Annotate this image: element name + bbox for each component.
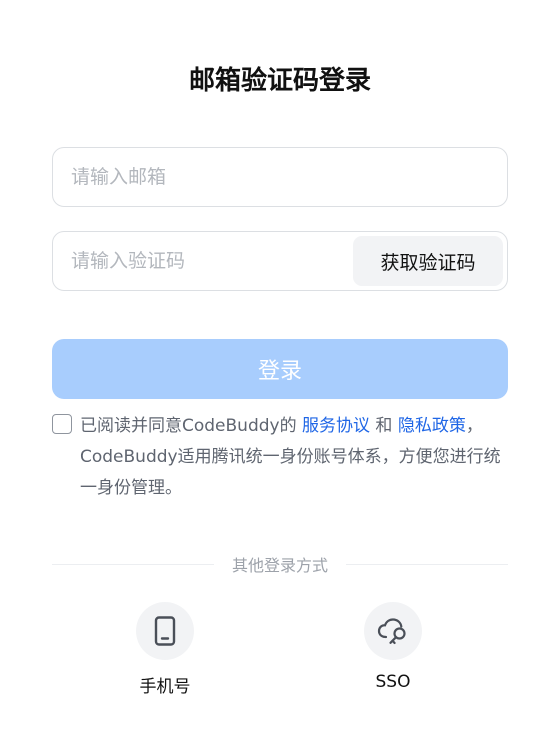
other-methods-label: 其他登录方式 — [232, 556, 329, 575]
cloud-key-icon — [377, 618, 406, 645]
divider-line-right — [346, 563, 509, 565]
email-input[interactable] — [53, 148, 507, 206]
agreement-prefix: 已阅读并同意CodeBuddy的 — [80, 416, 297, 436]
agreement-text: 已阅读并同意CodeBuddy的 服务协议 和 隐私政策，CodeBuddy适用… — [80, 411, 508, 504]
page-title: 邮箱验证码登录 — [188, 66, 371, 96]
terms-link[interactable]: 服务协议 — [302, 416, 370, 436]
divider-line-left — [52, 563, 214, 565]
sso-login-label: SSO — [375, 672, 411, 692]
sso-login-button[interactable] — [364, 602, 422, 660]
get-code-button[interactable]: 获取验证码 — [353, 236, 503, 286]
login-button[interactable]: 登录 — [52, 339, 508, 399]
email-field[interactable] — [52, 147, 508, 207]
phone-login-label: 手机号 — [139, 677, 191, 697]
agreement-and: 和 — [375, 416, 393, 436]
phone-icon — [154, 616, 176, 646]
other-methods-divider: 其他登录方式 — [52, 552, 509, 576]
verification-code-field[interactable]: 获取验证码 — [52, 231, 508, 291]
phone-login-option[interactable]: 手机号 — [105, 602, 225, 697]
sso-login-option[interactable]: SSO — [333, 602, 453, 692]
privacy-link[interactable]: 隐私政策 — [398, 416, 466, 436]
phone-login-button[interactable] — [136, 602, 194, 660]
agreement-checkbox[interactable] — [52, 414, 72, 434]
